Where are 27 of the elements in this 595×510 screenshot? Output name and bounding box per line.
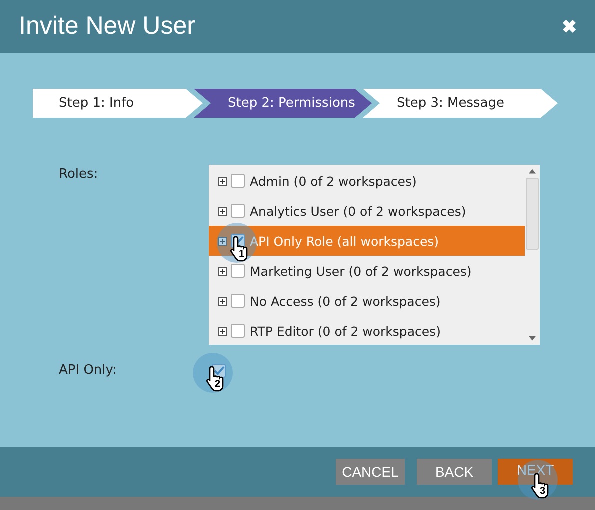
role-checkbox[interactable]	[231, 294, 245, 308]
role-item[interactable]: Analytics User (0 of 2 workspaces)	[209, 196, 525, 226]
role-item[interactable]: RTP Editor (0 of 2 workspaces)	[209, 316, 525, 346]
expand-icon[interactable]	[218, 206, 227, 216]
roles-label: Roles:	[59, 166, 100, 184]
role-item[interactable]: Admin (0 of 2 workspaces)	[209, 166, 525, 196]
role-checkbox[interactable]	[231, 174, 245, 188]
close-button[interactable]: ✖	[562, 16, 577, 38]
expand-icon[interactable]	[218, 176, 227, 186]
role-checkbox[interactable]	[231, 264, 245, 278]
expand-icon[interactable]	[218, 296, 227, 306]
role-checkbox[interactable]	[231, 204, 245, 218]
expand-icon[interactable]	[218, 266, 227, 276]
expand-icon[interactable]	[218, 326, 227, 336]
scroll-down-icon[interactable]	[529, 336, 536, 341]
wizard-step[interactable]: Step 2: Permissions	[194, 89, 372, 118]
wizard-step[interactable]: Step 1: Info	[33, 89, 203, 118]
dialog-button[interactable]: BACK	[417, 459, 492, 485]
wizard-step[interactable]: Step 3: Message	[363, 89, 558, 118]
step-number: 3	[540, 486, 546, 497]
window-title: Invite New User	[19, 12, 196, 41]
role-item[interactable]: No Access (0 of 2 workspaces)	[209, 286, 525, 316]
scroll-up-icon[interactable]	[529, 169, 536, 174]
step-number: 2	[215, 379, 221, 390]
role-checkbox[interactable]	[231, 324, 245, 338]
api-only-label: API Only:	[59, 363, 118, 378]
dialog-button[interactable]: CANCEL	[336, 459, 405, 485]
